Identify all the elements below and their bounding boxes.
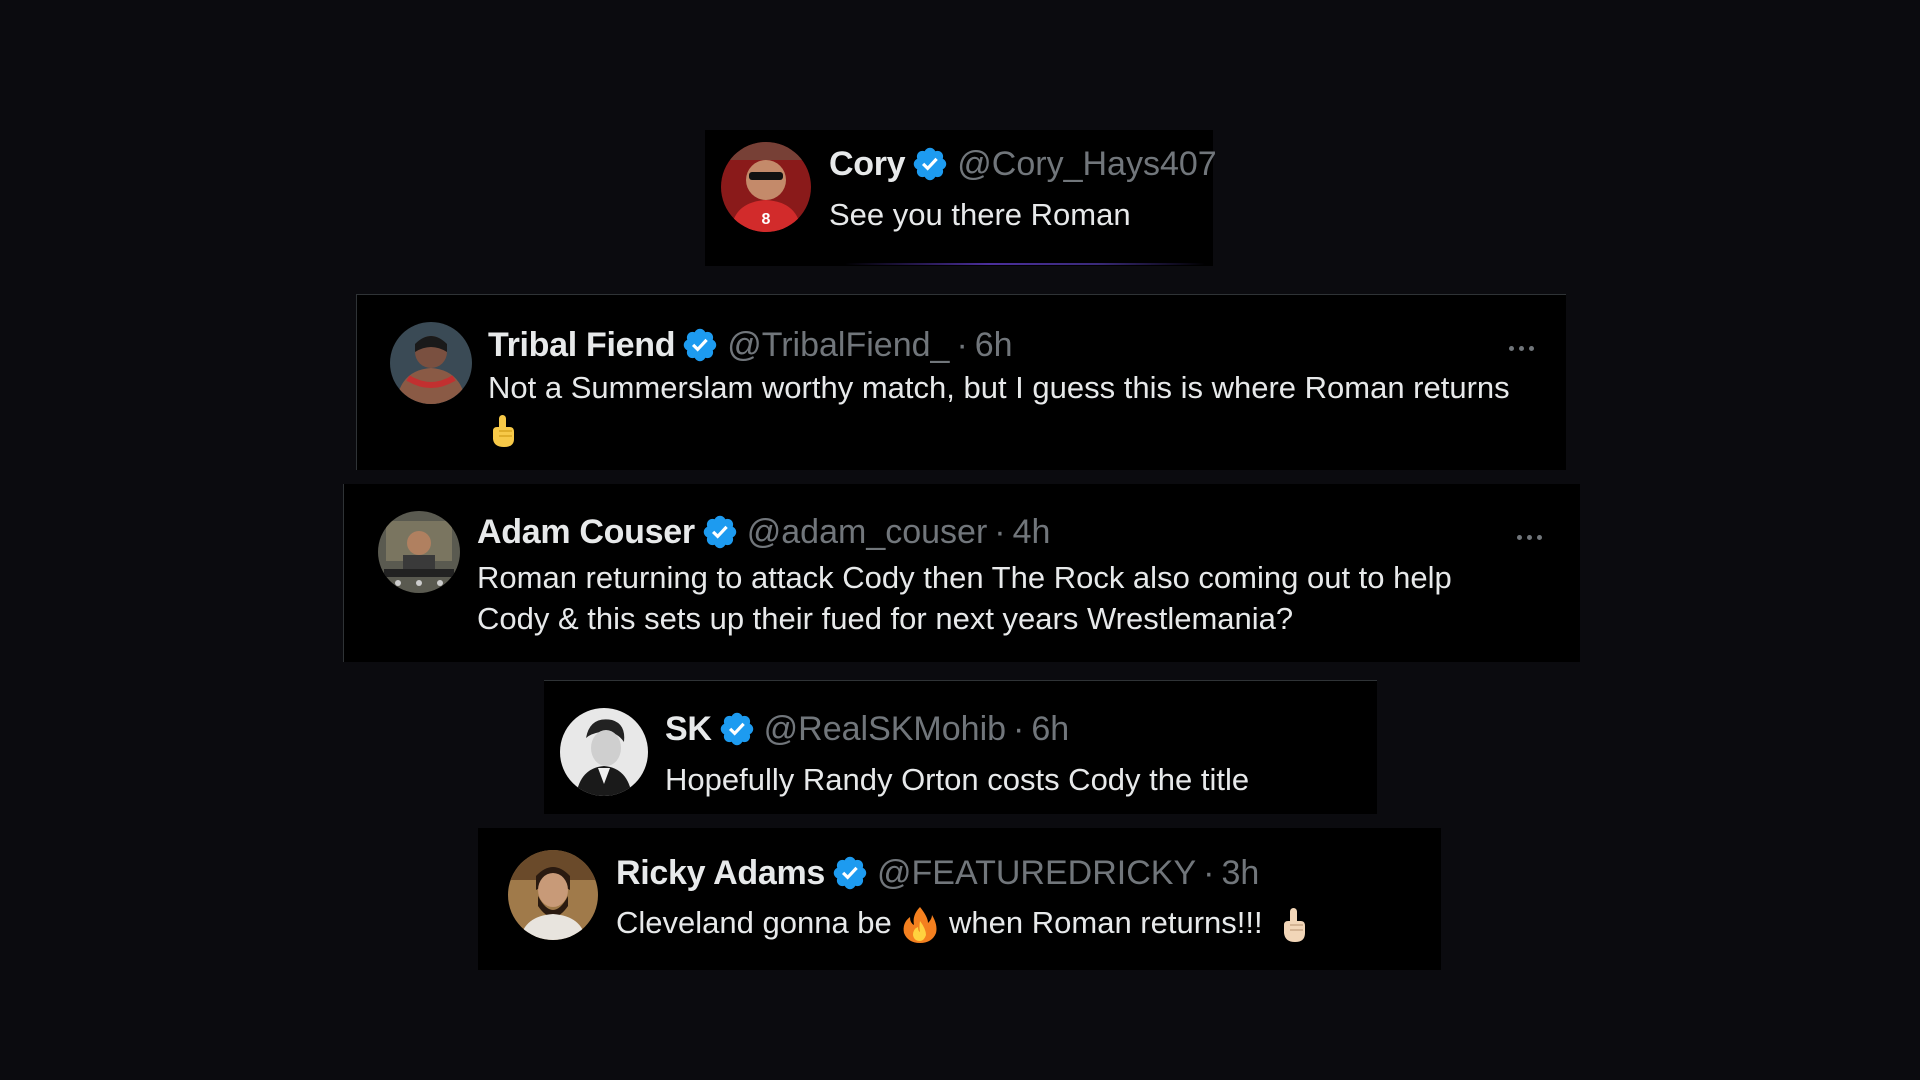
tweet-header: Cory @Cory_Hays407 [829,144,1217,184]
tweet-text: Roman returning to attack Cody then The … [477,557,1557,639]
tweet-header: Ricky Adams @FEATUREDRICKY · 3h [616,853,1259,893]
author-name[interactable]: SK [665,709,712,749]
tweet-header: SK @RealSKMohib · 6h [665,709,1069,749]
author-handle[interactable]: @adam_couser [747,512,988,552]
tweet-card-ricky-adams[interactable]: Ricky Adams @FEATUREDRICKY · 3h Clevelan… [478,828,1441,970]
timestamp[interactable]: 4h [1013,512,1051,552]
tweet-text: Cleveland gonna be when Roman returns!!! [616,902,1309,945]
verified-badge-icon [701,513,739,551]
author-handle[interactable]: @Cory_Hays407 [957,144,1216,184]
accent-underline [845,263,1205,265]
verified-badge-icon [911,145,949,183]
author-handle[interactable]: @RealSKMohib [764,709,1006,749]
timestamp[interactable]: 6h [1031,709,1069,749]
verified-badge-icon [718,710,756,748]
separator-dot: · [1203,854,1215,892]
tweet-card-cory[interactable]: 8 Cory @Cory_Hays407 See you there Roman [705,130,1217,266]
tweet-text-content: Not a Summerslam worthy match, but I gue… [488,370,1510,405]
avatar[interactable]: 8 [721,142,811,232]
tweet-text-line-1: Roman returning to attack Cody then The … [477,560,1452,595]
tweet-card-sk[interactable]: SK @RealSKMohib · 6h Hopefully Randy Ort… [544,680,1377,814]
avatar[interactable] [508,850,598,940]
tweet-header: Adam Couser @adam_couser · 4h [477,512,1050,552]
more-options-icon[interactable] [1509,338,1534,358]
avatar[interactable] [560,708,648,796]
tweet-text: See you there Roman [829,197,1131,232]
more-options-icon[interactable] [1517,527,1542,547]
fire-emoji [900,905,940,945]
tweet-header: Tribal Fiend @TribalFiend_ · 6h [488,325,1013,365]
author-handle[interactable]: @TribalFiend_ [727,325,949,365]
author-name[interactable]: Cory [829,144,906,184]
verified-badge-icon [681,326,719,364]
tweet-card-tribal-fiend[interactable]: Tribal Fiend @TribalFiend_ · 6h Not a Su… [356,294,1566,470]
timestamp[interactable]: 6h [975,325,1013,365]
index-pointing-up-emoji [488,413,518,449]
separator-dot: · [956,326,968,364]
tweet-text-after: when Roman returns!!! [949,905,1263,940]
avatar[interactable] [378,511,460,593]
avatar[interactable] [390,322,472,404]
tweet-text-line-2: Cody & this sets up their fued for next … [477,601,1294,636]
tweet-card-adam-couser[interactable]: Adam Couser @adam_couser · 4h Roman retu… [343,484,1580,662]
svg-text:8: 8 [762,211,771,228]
author-name[interactable]: Ricky Adams [616,853,825,893]
index-pointing-up-emoji [1279,906,1309,944]
tweet-text: Hopefully Randy Orton costs Cody the tit… [665,762,1250,797]
tweet-text: Not a Summerslam worthy match, but I gue… [488,367,1548,449]
tweet-text-before: Cleveland gonna be [616,905,892,940]
separator-dot: · [994,513,1006,551]
author-handle[interactable]: @FEATUREDRICKY [877,853,1196,893]
author-name[interactable]: Adam Couser [477,512,695,552]
separator-dot: · [1013,710,1025,748]
verified-badge-icon [831,854,869,892]
timestamp[interactable]: 3h [1221,853,1259,893]
author-name[interactable]: Tribal Fiend [488,325,676,365]
